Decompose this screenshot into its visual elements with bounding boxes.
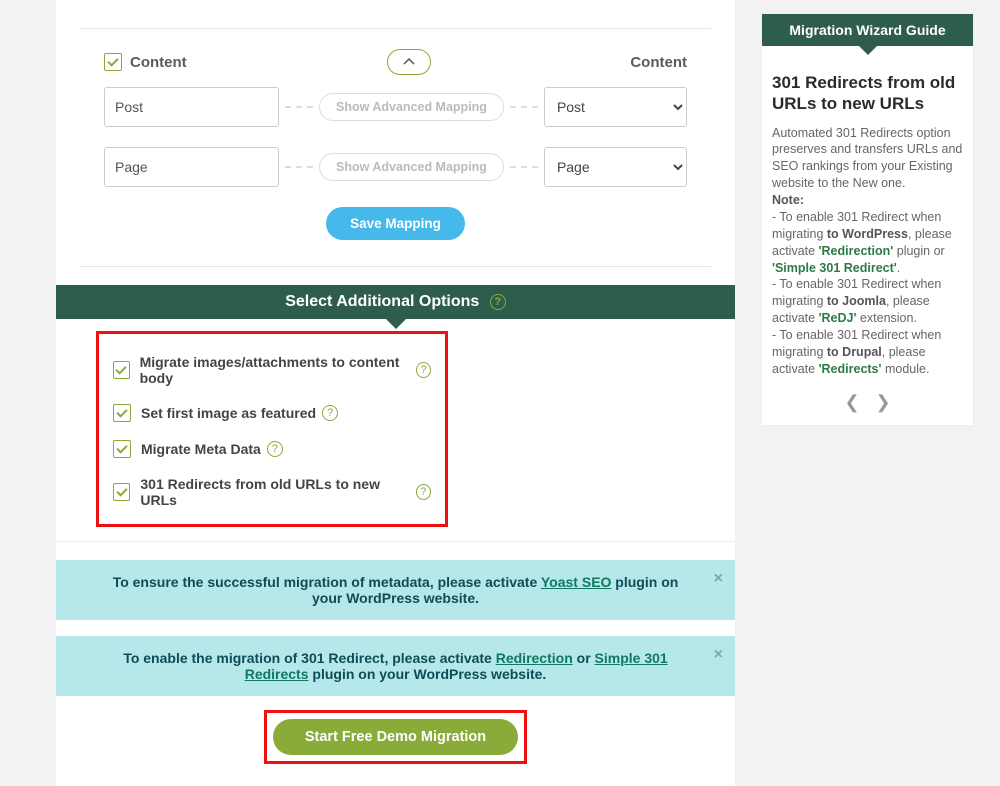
help-icon[interactable]: ?: [490, 294, 506, 310]
note-wordpress: - To enable 301 Redirect when migrating …: [772, 209, 963, 277]
option-migrate-images: Migrate images/attachments to content bo…: [113, 354, 431, 386]
sidebar-title: 301 Redirects from old URLs to new URLs: [772, 72, 963, 115]
option-label: Set first image as featured: [141, 405, 316, 421]
help-icon[interactable]: ?: [322, 405, 338, 421]
option-first-image-featured: Set first image as featured ?: [113, 404, 431, 422]
start-migration-area: Start Free Demo Migration: [56, 696, 735, 786]
sidebar-header-label: Migration Wizard Guide: [789, 22, 945, 38]
mapping-row-post: Show Advanced Mapping Post: [104, 87, 687, 127]
simple-301-redirect-link[interactable]: 'Simple 301 Redirect': [772, 261, 897, 275]
connector-dash: [285, 166, 313, 168]
highlight-outline: Start Free Demo Migration: [264, 710, 527, 764]
connector-dash: [285, 106, 313, 108]
advanced-mapping-button[interactable]: Show Advanced Mapping: [319, 93, 504, 121]
source-post-input[interactable]: [104, 87, 279, 127]
content-header-checkbox[interactable]: [104, 53, 122, 71]
alert-text: To ensure the successful migration of me…: [113, 574, 541, 590]
option-301-redirects: 301 Redirects from old URLs to new URLs …: [113, 476, 431, 508]
help-icon[interactable]: ?: [416, 484, 431, 500]
alert-301-redirect: To enable the migration of 301 Redirect,…: [56, 636, 735, 696]
option-checkbox[interactable]: [113, 404, 131, 422]
sidebar-body: 301 Redirects from old URLs to new URLs …: [762, 46, 973, 386]
divider: [80, 28, 711, 29]
additional-options-block: Migrate images/attachments to content bo…: [96, 331, 448, 527]
alert-text: To enable the migration of 301 Redirect,…: [123, 650, 495, 666]
chevron-down-icon: [859, 46, 877, 55]
chevron-down-icon: [386, 319, 406, 329]
source-page-input[interactable]: [104, 147, 279, 187]
section-title: Select Additional Options: [285, 293, 479, 310]
option-label: Migrate images/attachments to content bo…: [140, 354, 411, 386]
redj-extension-link[interactable]: 'ReDJ': [819, 311, 857, 325]
sidebar-guide: Migration Wizard Guide 301 Redirects fro…: [762, 14, 974, 426]
option-checkbox[interactable]: [113, 440, 131, 458]
help-icon[interactable]: ?: [267, 441, 283, 457]
divider: [80, 266, 711, 267]
redirection-link[interactable]: Redirection: [496, 650, 573, 666]
connector-dash: [510, 106, 538, 108]
target-post-select[interactable]: Post: [544, 87, 687, 127]
advanced-mapping-button[interactable]: Show Advanced Mapping: [319, 153, 504, 181]
next-icon[interactable]: ❯: [875, 392, 890, 412]
sidebar-header: Migration Wizard Guide: [762, 14, 973, 46]
note-drupal: - To enable 301 Redirect when migrating …: [772, 327, 963, 378]
note-joomla: - To enable 301 Redirect when migrating …: [772, 276, 963, 327]
note-label: Note:: [772, 193, 804, 207]
alert-text: plugin on your WordPress website.: [309, 666, 547, 682]
target-page-select[interactable]: Page: [544, 147, 687, 187]
mapping-headers: Content Content: [104, 49, 687, 75]
source-content-header: Content: [104, 53, 187, 71]
option-label: 301 Redirects from old URLs to new URLs: [140, 476, 409, 508]
divider: [56, 541, 735, 542]
sidebar-nav: ❮ ❯: [762, 386, 973, 425]
sidebar-intro: Automated 301 Redirects option preserves…: [772, 125, 963, 193]
mapping-row-page: Show Advanced Mapping Page: [104, 147, 687, 187]
connector-dash: [510, 166, 538, 168]
collapse-button[interactable]: [387, 49, 431, 75]
close-icon[interactable]: ×: [714, 646, 723, 664]
option-label: Migrate Meta Data: [141, 441, 261, 457]
yoast-seo-link[interactable]: Yoast SEO: [541, 574, 612, 590]
alert-yoast-seo: To ensure the successful migration of me…: [56, 560, 735, 620]
additional-options-header: Select Additional Options ?: [56, 285, 735, 319]
redirection-plugin-link[interactable]: 'Redirection': [819, 244, 894, 258]
prev-icon[interactable]: ❮: [844, 392, 859, 412]
option-checkbox[interactable]: [113, 483, 130, 501]
option-migrate-meta: Migrate Meta Data ?: [113, 440, 431, 458]
start-free-demo-migration-button[interactable]: Start Free Demo Migration: [273, 719, 518, 755]
main-panel: Content Content Show Advanced Mapping Po…: [56, 0, 735, 786]
help-icon[interactable]: ?: [416, 362, 431, 378]
source-content-label: Content: [130, 54, 187, 71]
alert-text: or: [573, 650, 595, 666]
content-mapping-area: Content Content Show Advanced Mapping Po…: [56, 41, 735, 266]
target-content-label: Content: [630, 54, 687, 71]
save-mapping-button[interactable]: Save Mapping: [326, 207, 465, 240]
redirects-module-link[interactable]: 'Redirects': [819, 362, 882, 376]
close-icon[interactable]: ×: [714, 570, 723, 588]
option-checkbox[interactable]: [113, 361, 130, 379]
